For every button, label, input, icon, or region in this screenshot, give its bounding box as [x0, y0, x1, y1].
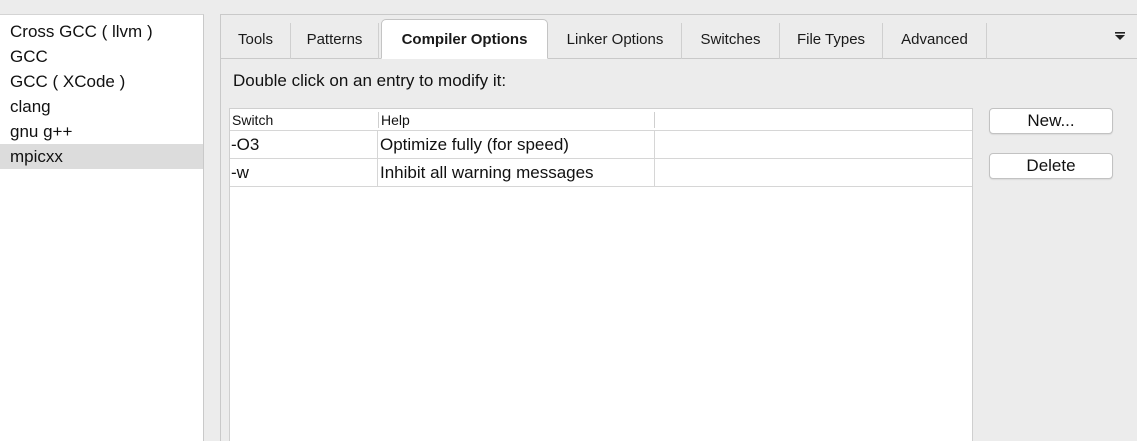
- compiler-item-cross-gcc-llvm[interactable]: Cross GCC ( llvm ): [0, 19, 203, 44]
- options-panel: Tools Patterns Compiler Options Linker O…: [220, 14, 1137, 441]
- tab-file-types[interactable]: File Types: [780, 23, 883, 59]
- tab-linker-options[interactable]: Linker Options: [549, 23, 682, 59]
- new-button[interactable]: New...: [989, 108, 1113, 134]
- compiler-item-clang[interactable]: clang: [0, 94, 203, 119]
- column-header-help[interactable]: Help: [379, 109, 654, 131]
- column-header-switch[interactable]: Switch: [230, 109, 378, 131]
- delete-button[interactable]: Delete: [989, 153, 1113, 179]
- compiler-item-gnu-gpp[interactable]: gnu g++: [0, 119, 203, 144]
- switch-cell: -w: [230, 159, 378, 186]
- table-header: Switch Help: [230, 109, 972, 131]
- column-divider[interactable]: [654, 112, 655, 128]
- table-row[interactable]: -O3 Optimize fully (for speed): [230, 131, 972, 159]
- tab-advanced[interactable]: Advanced: [883, 23, 987, 59]
- compiler-list[interactable]: Cross GCC ( llvm ) GCC GCC ( XCode ) cla…: [0, 14, 204, 441]
- tab-bar: Tools Patterns Compiler Options Linker O…: [221, 15, 1137, 59]
- help-cell: Inhibit all warning messages: [378, 159, 655, 186]
- tab-switches[interactable]: Switches: [682, 23, 780, 59]
- compiler-item-gcc[interactable]: GCC: [0, 44, 203, 69]
- tab-tools[interactable]: Tools: [221, 23, 291, 59]
- switch-cell: -O3: [230, 131, 378, 158]
- compiler-item-mpicxx[interactable]: mpicxx: [0, 144, 203, 169]
- tab-patterns[interactable]: Patterns: [291, 23, 379, 59]
- options-table[interactable]: Switch Help -O3 Optimize fully (for spee…: [229, 108, 973, 441]
- menu-dropdown-icon[interactable]: [1113, 29, 1127, 43]
- compiler-settings-window: Cross GCC ( llvm ) GCC GCC ( XCode ) cla…: [0, 0, 1137, 441]
- table-row[interactable]: -w Inhibit all warning messages: [230, 159, 972, 187]
- tab-compiler-options[interactable]: Compiler Options: [381, 19, 548, 59]
- help-cell: Optimize fully (for speed): [378, 131, 655, 158]
- compiler-item-gcc-xcode[interactable]: GCC ( XCode ): [0, 69, 203, 94]
- instruction-text: Double click on an entry to modify it:: [233, 71, 507, 90]
